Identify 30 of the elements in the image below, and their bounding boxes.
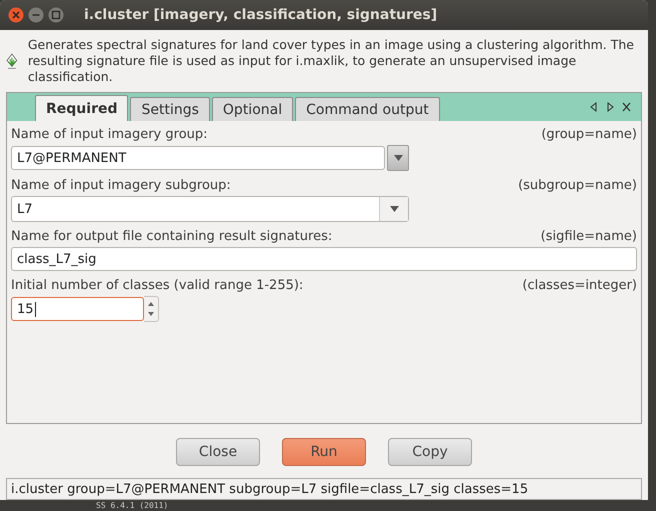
spin-field[interactable]: 15 [11,297,144,321]
combo-field[interactable]: L7@PERMANENT [11,146,385,170]
dialog-button[interactable]: Copy [388,438,472,466]
close-icon[interactable] [8,7,24,23]
dialog-button[interactable]: Run [282,438,366,466]
tab[interactable]: Command output [295,97,440,121]
caret-icon [390,206,398,212]
parameter-name: (classes=integer) [522,278,637,293]
tab[interactable]: Required [35,95,128,121]
terminal-text: SS 6.4.1 (2011) [96,501,168,510]
status-bar: i.cluster group=L7@PERMANENT subgroup=L7 sigfile=class_L7_sig classes=15 [6,478,642,500]
field-label: Initial number of classes (valid range 1-255): [11,278,304,293]
window-title: i.cluster [imagery, classification, signatures] [84,7,438,23]
caret-icon [394,155,402,161]
module-description: Generates spectral signatures for land cover types in an image using a clustering algorithm. The resulting signature file is used as input for i.maxlik, to generate an unsupervised image classification. [28,37,635,85]
parameter-name: (group=name) [541,127,637,142]
maximize-icon[interactable] [48,7,64,23]
minimize-icon[interactable] [28,7,44,23]
dialog-button[interactable]: Close [176,438,260,466]
combo-field[interactable]: L7 [11,196,409,222]
input-field[interactable]: class_L7_sig [11,247,637,271]
spin-arrows-icon[interactable] [144,296,159,322]
parameter-name: (subgroup=name) [518,178,637,193]
field-label: Name of input imagery group: [11,127,208,142]
dropdown-button[interactable] [387,145,409,171]
tab[interactable]: Settings [130,97,210,121]
field-label: Name for output file containing result signatures: [11,229,332,244]
tab[interactable]: Optional [212,97,294,121]
parameter-name: (sigfile=name) [540,229,637,244]
field-label: Name of input imagery subgroup: [11,178,231,193]
